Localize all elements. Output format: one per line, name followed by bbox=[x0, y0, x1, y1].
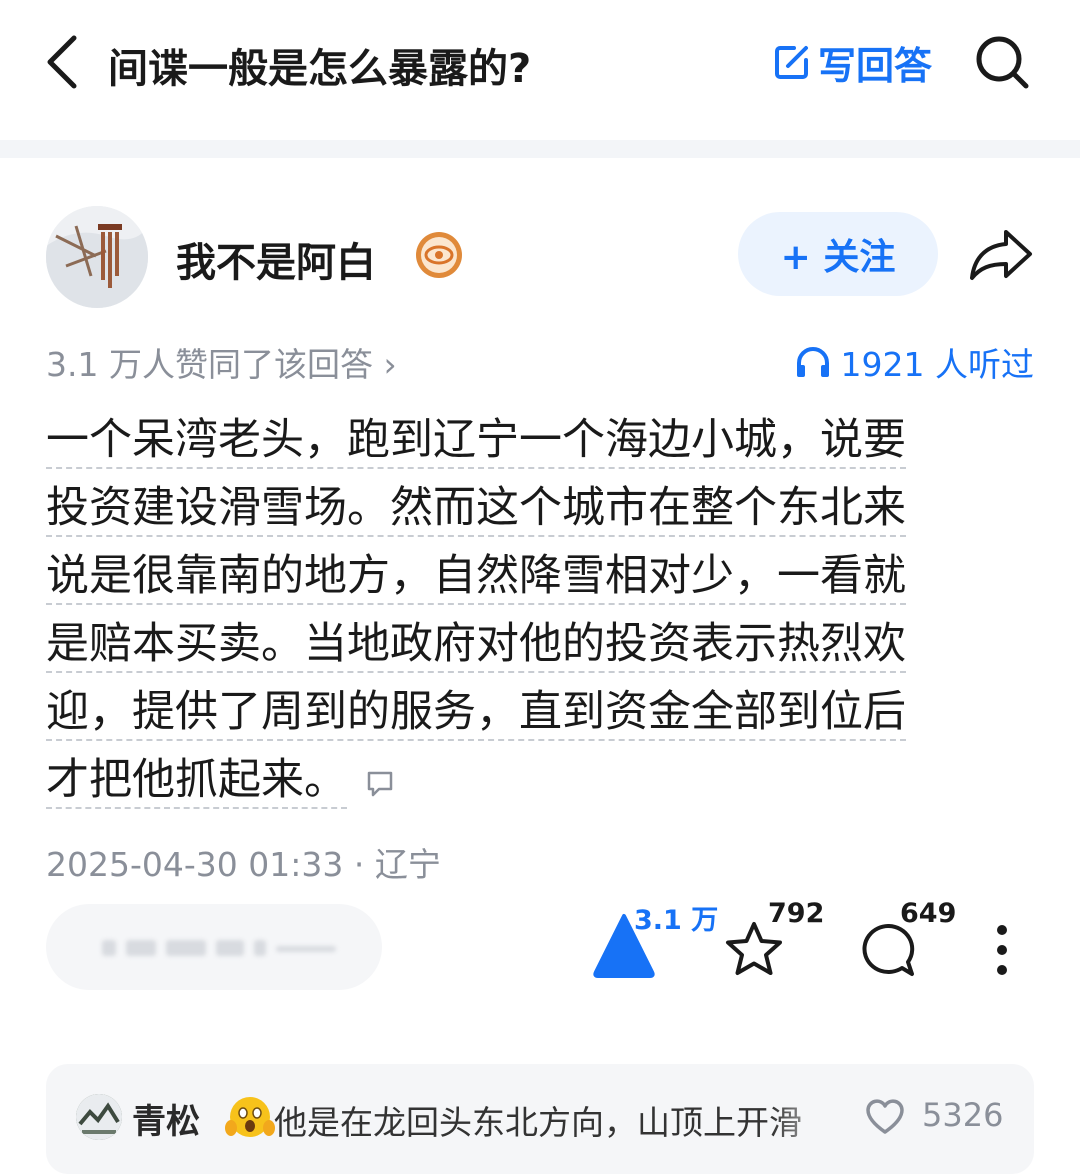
answer-line: 迎，提供了周到的服务，直到资金全部到位后 bbox=[46, 678, 1034, 746]
answer-line: 才把他抓起来。 bbox=[46, 746, 1034, 814]
more-options-icon[interactable] bbox=[990, 922, 1014, 978]
write-answer-label: 写回答 bbox=[818, 43, 933, 88]
comment-count: 649 bbox=[900, 898, 957, 929]
comment-input-placeholder[interactable] bbox=[46, 904, 382, 990]
answer-line: 投资建设滑雪场。然而这个城市在整个东北来 bbox=[46, 474, 1034, 542]
answer-line: 是赔本买卖。当地政府对他的投资表示热烈欢 bbox=[46, 610, 1034, 678]
eye-badge-icon bbox=[416, 232, 462, 278]
share-icon[interactable] bbox=[968, 224, 1034, 284]
headphones-icon bbox=[796, 347, 829, 377]
answer-line: 一个呆湾老头，跑到辽宁一个海边小城，说要 bbox=[46, 406, 1034, 474]
heart-icon[interactable] bbox=[864, 1098, 906, 1136]
search-icon[interactable] bbox=[972, 32, 1032, 92]
author-avatar[interactable] bbox=[46, 206, 148, 308]
upvote-count: 3.1 万 bbox=[634, 905, 719, 936]
favorite-count: 792 bbox=[768, 898, 825, 929]
comment-text: 他是在龙回头东北方向，山顶上开滑 bbox=[274, 1103, 802, 1142]
follow-button[interactable]: + 关注 bbox=[738, 212, 938, 296]
section-divider bbox=[0, 140, 1080, 158]
question-title[interactable]: 间谍一般是怎么暴露的? bbox=[108, 36, 531, 94]
answer-content[interactable]: 一个呆湾老头，跑到辽宁一个海边小城，说要 投资建设滑雪场。然而这个城市在整个东北… bbox=[46, 406, 1034, 814]
edit-icon bbox=[775, 46, 808, 79]
commenter-avatar[interactable] bbox=[76, 1094, 122, 1140]
listen-count[interactable]: 1921 人听过 bbox=[795, 338, 1034, 386]
top-bar: 间谍一般是怎么暴露的? 写回答 bbox=[0, 0, 1080, 130]
back-arrow-icon[interactable] bbox=[40, 32, 84, 92]
author-name[interactable]: 我不是阿白 bbox=[176, 230, 376, 288]
paragraph-comment-icon[interactable] bbox=[365, 768, 395, 798]
answer-timestamp: 2025-04-30 01:33 · 辽宁 bbox=[46, 845, 441, 884]
comment-like-count: 5326 bbox=[922, 1096, 1004, 1134]
answer-line: 说是很靠南的地方，自然降雪相对少，一看就 bbox=[46, 542, 1034, 610]
listen-count-label: 1921 人听过 bbox=[840, 345, 1034, 384]
scared-emoji-icon bbox=[225, 1097, 275, 1137]
hot-comment-preview[interactable]: 青松 他是在龙回头东北方向，山顶上开滑 5326 bbox=[46, 1064, 1034, 1174]
commenter-name[interactable]: 青松 bbox=[132, 1094, 200, 1143]
write-answer-button[interactable]: 写回答 bbox=[772, 36, 932, 88]
agree-count-link[interactable]: 3.1 万人赞同了该回答 › bbox=[46, 338, 397, 386]
